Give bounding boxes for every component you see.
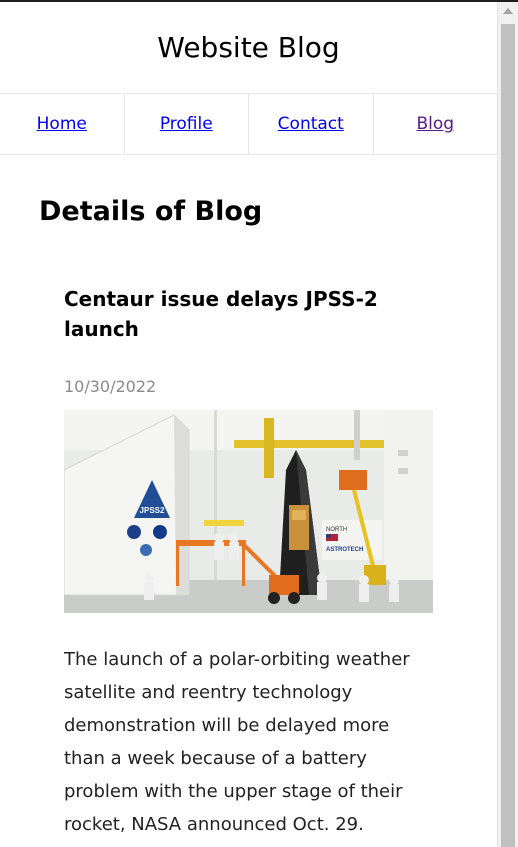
nav-item-contact: Contact (249, 94, 374, 154)
nav-link-contact[interactable]: Contact (278, 114, 344, 134)
site-header: Website Blog (0, 2, 497, 94)
vertical-scrollbar[interactable] (497, 2, 518, 847)
nav-item-profile: Profile (125, 94, 249, 154)
fairing-badge-text: JPSS2 (140, 506, 165, 515)
page-heading: Details of Blog (39, 196, 263, 227)
nav-link-blog[interactable]: Blog (416, 114, 454, 134)
post-date: 10/30/2022 (64, 377, 157, 396)
scroll-thumb[interactable] (501, 24, 515, 847)
post-title: Centaur issue delays JPSS-2 launch (64, 287, 378, 341)
post-image: JPSS2 NORTH ASTROTECH (64, 410, 433, 613)
fairing-sign-top: NORTH (326, 527, 347, 533)
nav-link-profile[interactable]: Profile (160, 114, 213, 134)
scroll-up-arrow-icon[interactable] (503, 8, 513, 14)
nav-link-home[interactable]: Home (37, 114, 87, 134)
nav-item-blog: Blog (374, 94, 498, 154)
nav-item-home: Home (0, 94, 125, 154)
fairing-sign-brand: ASTROTECH (326, 547, 363, 553)
site-title: Website Blog (157, 31, 340, 64)
blog-post: Centaur issue delays JPSS-2 launch 10/30… (64, 284, 434, 847)
page-viewport: Website Blog Home Profile Contact Blog D… (0, 2, 497, 847)
post-body: The launch of a polar-orbiting weather s… (64, 649, 410, 835)
main-nav: Home Profile Contact Blog (0, 94, 497, 155)
